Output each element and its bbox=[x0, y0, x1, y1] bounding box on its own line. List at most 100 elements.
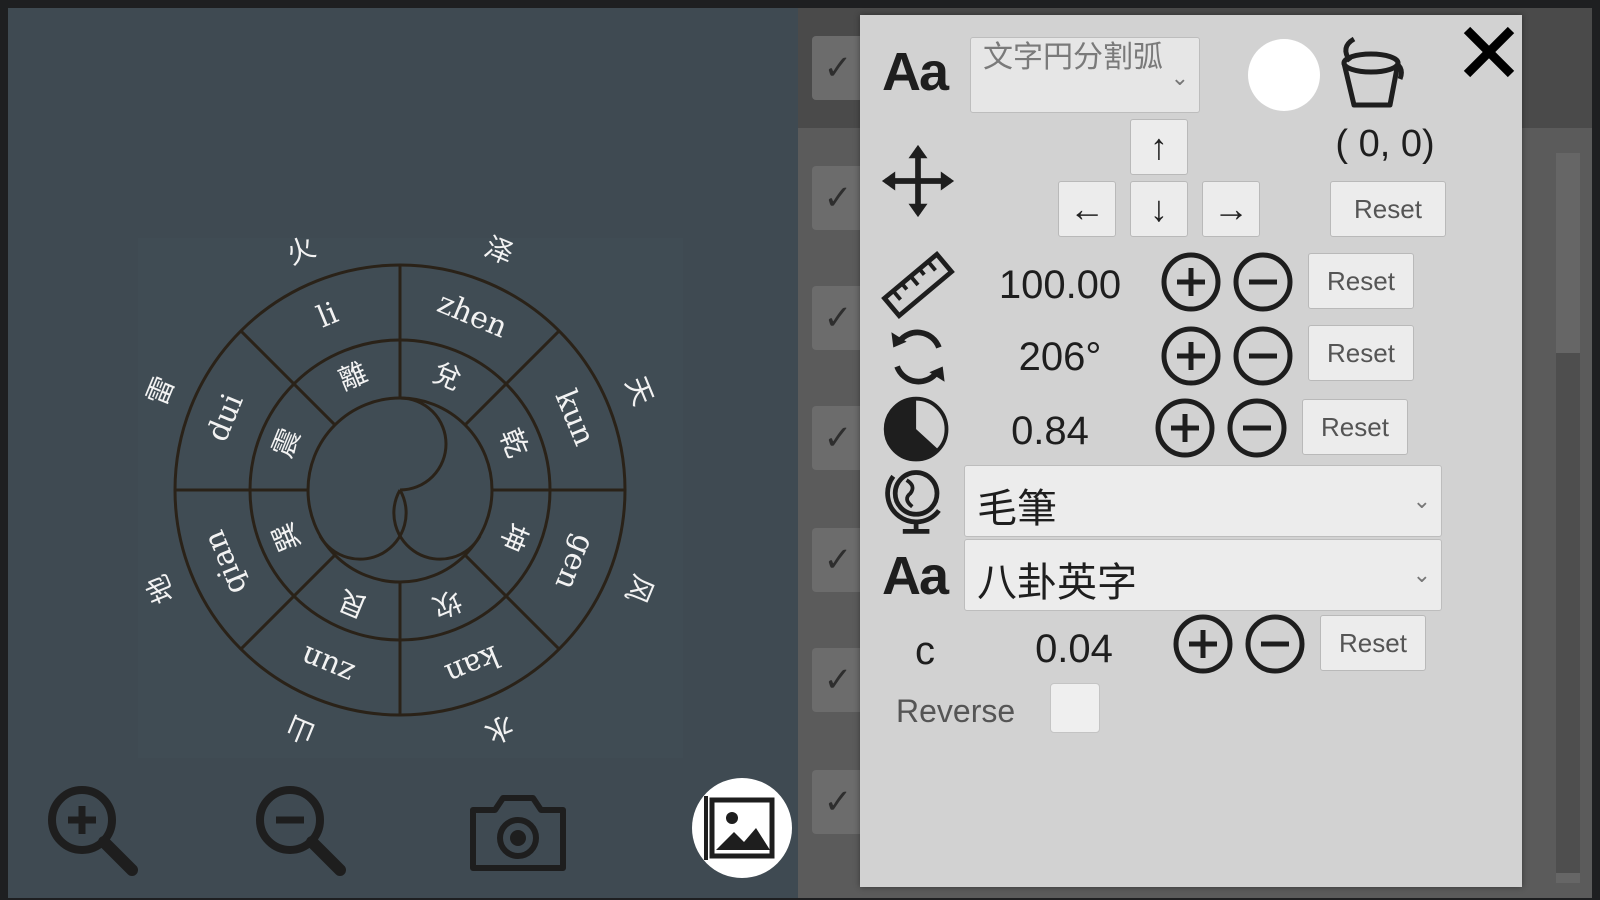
check-icon: ✓ bbox=[823, 661, 853, 699]
layer-checkbox[interactable]: ✓ bbox=[812, 528, 864, 592]
chevron-down-icon: ⌄ bbox=[1412, 488, 1431, 513]
wheel-inner-label: 坎 bbox=[428, 583, 467, 624]
wheel-spoke bbox=[463, 329, 561, 427]
wheel-outer-label: 风 bbox=[619, 570, 660, 609]
close-button[interactable] bbox=[1456, 19, 1522, 85]
rotation-minus-button[interactable] bbox=[1232, 325, 1294, 387]
zoom-in-button[interactable] bbox=[40, 778, 150, 888]
wheel-outer-label: 泽 bbox=[480, 230, 519, 271]
wheel-inner-label: 離 bbox=[334, 356, 373, 397]
camera-icon bbox=[470, 795, 566, 871]
check-icon: ✓ bbox=[823, 49, 853, 87]
paint-bucket-icon[interactable] bbox=[1330, 33, 1410, 113]
move-up-button[interactable]: ↑ bbox=[1130, 119, 1188, 175]
tomoe-swirl bbox=[318, 396, 482, 561]
chevron-down-icon: ⌄ bbox=[1170, 65, 1189, 90]
wheel-inner-label: 坤 bbox=[493, 518, 534, 557]
zoom-out-icon bbox=[256, 786, 346, 876]
wheel-inner-label: 乾 bbox=[493, 424, 534, 463]
brush-style-select[interactable]: 毛筆 ⌄ bbox=[964, 465, 1442, 537]
move-left-button[interactable]: ← bbox=[1058, 181, 1116, 237]
font-value: 八卦英字 bbox=[977, 561, 1137, 605]
ratio-minus-button[interactable] bbox=[1226, 397, 1288, 459]
move-icon bbox=[881, 144, 955, 218]
size-plus-button[interactable] bbox=[1160, 251, 1222, 313]
globe-icon bbox=[885, 470, 941, 534]
close-icon bbox=[1463, 26, 1515, 78]
layer-checkbox[interactable]: ✓ bbox=[812, 648, 864, 712]
wheel-ring-label: gen bbox=[548, 530, 602, 595]
pie-ratio-icon bbox=[883, 396, 949, 462]
wheel-spoke bbox=[239, 553, 337, 651]
c-plus-button[interactable] bbox=[1172, 613, 1234, 675]
text-mode-value: 文字円分割弧 bbox=[983, 41, 1163, 74]
wheel-outer-label: 地 bbox=[140, 570, 181, 609]
layer-checkbox[interactable]: ✓ bbox=[812, 166, 864, 230]
bagua-wheel: li zhenkun genkan zunqian dui 離 兌乾坤坎 艮巽 震 火 泽天风水 山 地… bbox=[140, 230, 660, 750]
rotation-reset-button[interactable]: Reset bbox=[1308, 325, 1414, 381]
size-value: 100.00 bbox=[998, 263, 1122, 307]
move-right-button[interactable]: → bbox=[1202, 181, 1260, 237]
font-mode-icon: Aa bbox=[882, 42, 949, 102]
wheel-ring-label: kan bbox=[440, 638, 505, 692]
c-label: c bbox=[915, 629, 935, 673]
wheel-outer-label: 天 bbox=[619, 372, 660, 411]
wheel-outer-label: 水 bbox=[480, 709, 519, 750]
wheel-inner-label: 巽 bbox=[266, 518, 307, 557]
ruler-icon bbox=[881, 250, 955, 320]
image-icon bbox=[704, 796, 775, 860]
layer-checkbox[interactable]: ✓ bbox=[812, 406, 864, 470]
zoom-in-icon bbox=[48, 786, 138, 876]
scrollbar-thumb[interactable] bbox=[1556, 353, 1580, 873]
font-icon: Aa bbox=[882, 546, 949, 606]
reverse-label: Reverse bbox=[896, 693, 1016, 729]
rotation-value: 206° bbox=[1018, 335, 1102, 379]
wheel-ring-label: dui bbox=[200, 389, 251, 447]
zoom-out-button[interactable] bbox=[248, 778, 358, 888]
check-icon: ✓ bbox=[823, 179, 853, 217]
reverse-checkbox[interactable] bbox=[1050, 683, 1100, 733]
wheel-inner-label: 震 bbox=[266, 424, 307, 463]
ratio-value: 0.84 bbox=[1011, 409, 1089, 453]
text-settings-panel: Aa 文字円分割弧 ⌄ ↑ ← ↓ → ( 0, 0) Reset 100.00 bbox=[860, 15, 1522, 887]
brush-style-value: 毛筆 bbox=[977, 487, 1057, 531]
check-icon: ✓ bbox=[823, 783, 853, 821]
wheel-spoke bbox=[463, 553, 561, 651]
camera-button[interactable] bbox=[463, 778, 573, 888]
c-reset-button[interactable]: Reset bbox=[1320, 615, 1426, 671]
text-mode-select[interactable]: 文字円分割弧 ⌄ bbox=[970, 37, 1200, 113]
check-icon: ✓ bbox=[823, 419, 853, 457]
layer-checkbox[interactable]: ✓ bbox=[812, 770, 864, 834]
wheel-inner-label: 兌 bbox=[428, 356, 467, 397]
c-minus-button[interactable] bbox=[1244, 613, 1306, 675]
wheel-ring-label: kun bbox=[548, 385, 602, 451]
rotate-icon bbox=[891, 329, 945, 385]
check-icon: ✓ bbox=[823, 541, 853, 579]
wheel-ring-label: qian bbox=[197, 525, 255, 599]
color-swatch[interactable] bbox=[1248, 39, 1320, 111]
wheel-ring-label: zhen bbox=[432, 285, 512, 345]
wheel-spoke bbox=[239, 329, 337, 427]
size-minus-button[interactable] bbox=[1232, 251, 1294, 313]
move-down-button[interactable]: ↓ bbox=[1130, 181, 1188, 237]
wheel-ring-label: zun bbox=[296, 638, 360, 691]
chevron-down-icon: ⌄ bbox=[1412, 562, 1431, 587]
ratio-plus-button[interactable] bbox=[1154, 397, 1216, 459]
wheel-ring-label: li bbox=[312, 296, 343, 336]
layer-checkbox[interactable]: ✓ bbox=[812, 36, 864, 100]
font-select[interactable]: 八卦英字 ⌄ bbox=[964, 539, 1442, 611]
layer-checkbox[interactable]: ✓ bbox=[812, 286, 864, 350]
wheel-outer-label: 雷 bbox=[140, 372, 181, 411]
image-button[interactable] bbox=[692, 778, 792, 878]
position-reset-button[interactable]: Reset bbox=[1330, 181, 1446, 237]
check-icon: ✓ bbox=[823, 299, 853, 337]
scrollbar[interactable] bbox=[1556, 153, 1580, 883]
position-readout: ( 0, 0) bbox=[1335, 123, 1435, 165]
rotation-plus-button[interactable] bbox=[1160, 325, 1222, 387]
ratio-reset-button[interactable]: Reset bbox=[1302, 399, 1408, 455]
canvas-area[interactable]: li zhen kun gen kan zun qian dui 離 兌乾坤坎 艮巽 震 火 泽天风水 山 地… bbox=[8, 8, 798, 898]
c-value: 0.04 bbox=[1035, 627, 1113, 671]
wheel-outer-label: 火 bbox=[282, 230, 321, 271]
size-reset-button[interactable]: Reset bbox=[1308, 253, 1414, 309]
wheel-outer-label: 山 bbox=[282, 709, 321, 750]
